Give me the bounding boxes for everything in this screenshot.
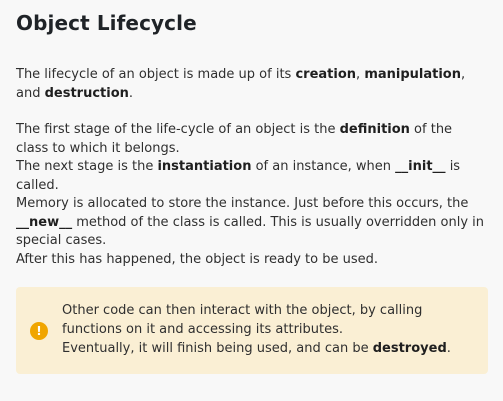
- stage-text: The next stage is the: [16, 159, 158, 174]
- stage-text: of an instance, when: [251, 159, 396, 174]
- callout-text-part: Eventually, it will finish being used, a…: [62, 341, 373, 356]
- term-new: __new__: [16, 214, 73, 230]
- callout-text-part: .: [446, 341, 451, 356]
- term-creation: creation: [295, 67, 357, 82]
- stages-paragraph: The first stage of the life-cycle of an …: [16, 121, 486, 269]
- term-destruction: destruction: [44, 85, 129, 101]
- warning-icon: !: [30, 322, 48, 340]
- term-init: __init__: [395, 159, 446, 174]
- stage-definition: The first stage of the life-cycle of an …: [16, 121, 486, 158]
- stage-text: The first stage of the life-cycle of an …: [16, 122, 340, 137]
- stage-text: Memory is allocated to store the instanc…: [16, 196, 469, 211]
- callout-text: Other code can then interact with the ob…: [62, 301, 480, 358]
- callout-line-1: Other code can then interact with the ob…: [62, 303, 423, 337]
- page: Object Lifecycle The lifecycle of an obj…: [0, 0, 503, 401]
- intro-text: The lifecycle of an object is made up of…: [16, 67, 296, 82]
- intro-text: .: [128, 85, 134, 101]
- warning-callout: ! Other code can then interact with the …: [16, 287, 488, 374]
- stage-ready: After this has happened, the object is r…: [16, 251, 379, 267]
- stage-instantiation: The next stage is the instantiation of a…: [16, 158, 486, 195]
- term-manipulation: manipulation: [364, 67, 461, 82]
- stage-text: method of the class is called. This is u…: [16, 214, 485, 249]
- intro-paragraph: The lifecycle of an object is made up of…: [16, 66, 482, 103]
- page-title: Object Lifecycle: [16, 11, 197, 35]
- callout-line-2: Eventually, it will finish being used, a…: [62, 339, 480, 358]
- term-instantiation: instantiation: [157, 159, 252, 174]
- term-destroyed: destroyed: [372, 341, 447, 356]
- stage-memory: Memory is allocated to store the instanc…: [16, 195, 486, 251]
- term-definition: definition: [339, 122, 410, 137]
